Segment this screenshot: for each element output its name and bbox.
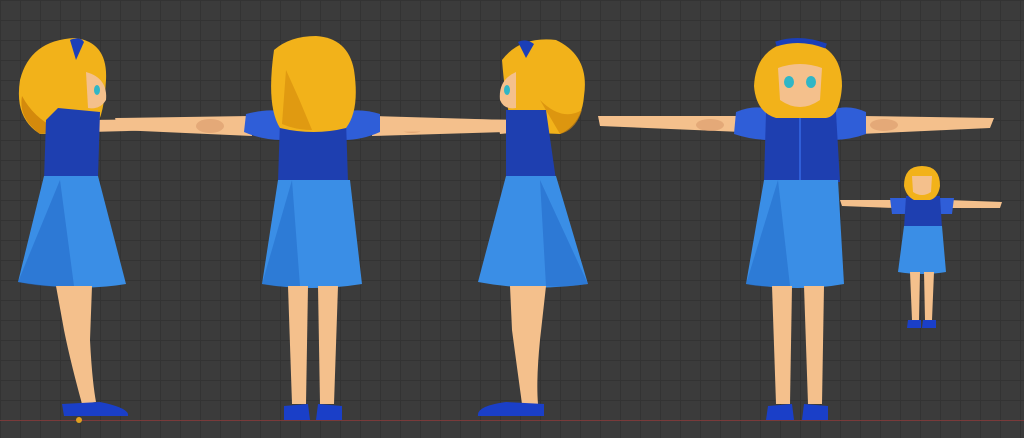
right-eye	[806, 76, 816, 88]
skirt	[898, 226, 946, 274]
leg	[510, 286, 546, 404]
face	[912, 176, 932, 195]
left-leg	[772, 286, 792, 404]
right-shoe	[316, 404, 342, 420]
right-leg	[318, 286, 338, 404]
model-front-view-small[interactable]	[840, 166, 1002, 328]
leg	[56, 286, 96, 404]
left-arm	[840, 200, 894, 208]
model-side-view-right[interactable]	[380, 39, 588, 416]
left-shoe	[907, 320, 921, 328]
right-shoe	[922, 320, 936, 328]
skirt-shadow	[540, 180, 588, 287]
model-side-view-left[interactable]	[18, 38, 242, 416]
eye	[94, 85, 100, 95]
shoe	[62, 402, 129, 416]
model-back-view[interactable]	[116, 36, 510, 420]
elbow	[696, 119, 724, 131]
model-views	[18, 36, 1002, 420]
top	[44, 108, 100, 180]
right-shoe	[802, 404, 828, 420]
left-leg	[288, 286, 308, 404]
elbow	[870, 119, 898, 131]
left-sleeve	[734, 107, 770, 140]
left-eye	[784, 76, 794, 88]
right-arm	[948, 200, 1002, 208]
left-shoe	[766, 404, 794, 420]
left-leg	[910, 272, 920, 320]
elbow	[196, 119, 224, 133]
top	[904, 196, 942, 228]
right-leg	[804, 286, 824, 404]
face	[778, 64, 822, 107]
right-leg	[924, 272, 934, 320]
shoe	[477, 402, 544, 416]
3d-viewport[interactable]	[0, 0, 1024, 438]
left-shoe	[284, 404, 310, 420]
top	[764, 112, 840, 182]
eye	[504, 85, 510, 95]
left-arm	[116, 116, 252, 136]
